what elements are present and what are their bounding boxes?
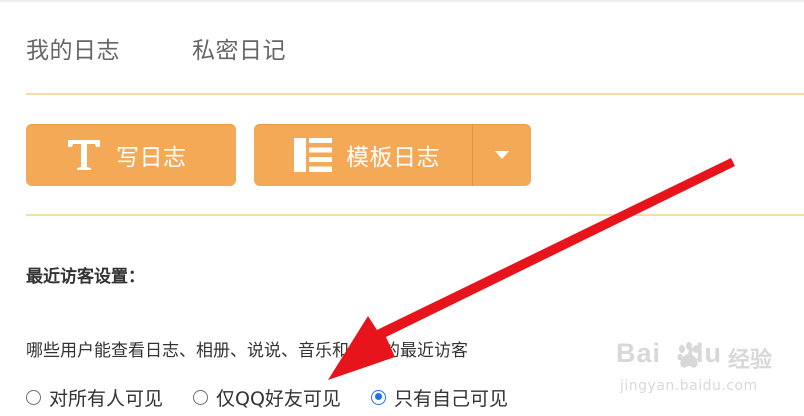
baidu-jingyan-watermark: Bai du 经验 jingyan.baidu.com	[616, 338, 786, 402]
list-icon	[294, 138, 332, 172]
radio-only-me[interactable]	[370, 389, 386, 405]
radio-option-everyone[interactable]: 对所有人可见	[26, 384, 163, 411]
visitor-settings-title: 最近访客设置：	[26, 267, 145, 287]
write-blog-button[interactable]: 写日志	[26, 124, 236, 186]
radio-option-qq-friends[interactable]: 仅QQ好友可见	[193, 384, 341, 411]
template-blog-button[interactable]: 模板日志	[254, 124, 531, 186]
text-t-icon	[66, 138, 102, 172]
divider-middle	[26, 214, 804, 216]
tab-private-diary[interactable]: 私密日记	[192, 31, 286, 65]
watermark-brand: Bai du	[616, 338, 723, 368]
radio-everyone-label: 对所有人可见	[49, 387, 164, 410]
visitor-settings-description: 哪些用户能查看日志、相册、说说、音乐和视频的最近访客	[26, 341, 468, 361]
watermark-url: jingyan.baidu.com	[620, 378, 758, 394]
caret-down-icon	[495, 151, 509, 159]
paw-icon	[676, 342, 702, 374]
blog-tabs: 我的日志 私密日记	[26, 30, 286, 66]
template-blog-label: 模板日志	[346, 145, 440, 171]
radio-everyone[interactable]	[26, 389, 41, 405]
top-border	[0, 0, 804, 2]
template-dropdown-button[interactable]	[473, 124, 531, 186]
divider-top	[26, 93, 804, 95]
radio-qq-friends[interactable]	[193, 389, 209, 405]
tab-my-blog[interactable]: 我的日志	[26, 31, 120, 65]
radio-qq-friends-label: 仅QQ好友可见	[216, 387, 341, 410]
radio-option-only-me[interactable]: 只有自己可见	[370, 384, 508, 411]
watermark-sub: 经验	[728, 348, 773, 373]
visibility-radio-group: 对所有人可见 仅QQ好友可见 只有自己可见	[26, 382, 538, 412]
write-blog-label: 写日志	[116, 145, 187, 171]
radio-only-me-label: 只有自己可见	[393, 387, 508, 410]
